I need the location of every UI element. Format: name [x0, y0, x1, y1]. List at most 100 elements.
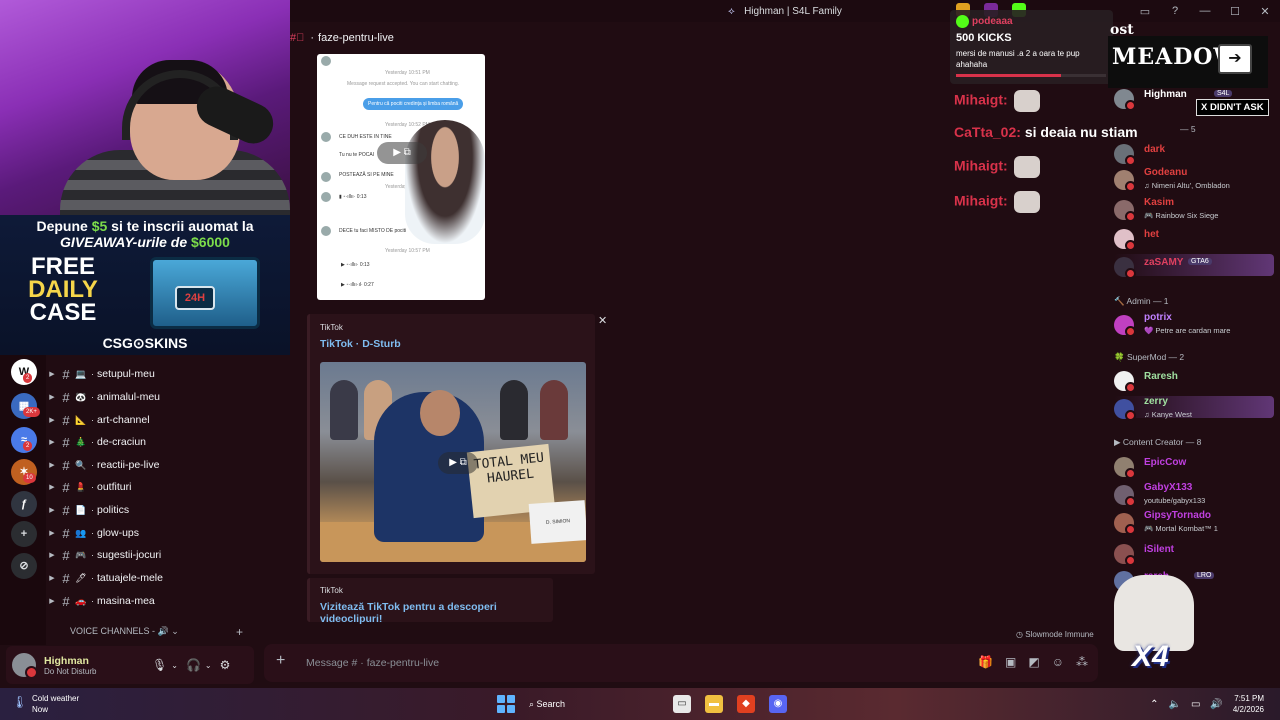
media-play-overlay-icon[interactable]: ▶ ⧉: [377, 142, 427, 164]
volume-icon[interactable]: 🔈: [1169, 699, 1181, 710]
server-rail: W 2 ▦ 2K+ ≈ 2 ✶ 10 ƒ + ⊘: [0, 355, 46, 645]
embed-title-link[interactable]: Vizitează TikTok pentru a descoperi vide…: [320, 601, 553, 625]
promo-line-2: GIVEAWAY-urile de $6000: [60, 234, 230, 250]
voice-message: ▶ ⁃·ıllıı·ıl· 0:27: [341, 282, 374, 288]
member-row[interactable]: Raresh: [1114, 368, 1274, 393]
member-row[interactable]: iSilent: [1114, 541, 1274, 566]
channel-item-art-channel[interactable]: ▶ # 📐 · art-channel: [46, 409, 260, 431]
attach-plus-icon[interactable]: +: [276, 652, 285, 670]
hash-icon: #: [62, 366, 70, 382]
background-person: [540, 380, 568, 440]
taskbar-search[interactable]: ⌕ Search: [529, 694, 659, 714]
tiktok-embed-link: TikTok Vizitează TikTok pentru a descope…: [307, 578, 553, 625]
settings-gear-icon[interactable]: ⚙: [220, 658, 231, 672]
stream-chat-line: Mihaigt:: [954, 156, 1040, 178]
embed-title-link[interactable]: TikTok · D-Sturb: [320, 338, 401, 350]
channel-item-animalul-meu[interactable]: ▶ # 🐼 · animalul-meu: [46, 386, 260, 408]
avatar: [1114, 544, 1136, 566]
chevron-up-icon[interactable]: ⌃: [1150, 699, 1158, 710]
avatar: [1114, 485, 1136, 507]
avatar: [1114, 399, 1136, 421]
help-icon[interactable]: ?: [1160, 5, 1190, 17]
chevron-right-icon: ▶: [49, 417, 55, 424]
channel-item-reactii-pe-live[interactable]: ▶ # 🔍 · reactii-pe-live: [46, 454, 260, 476]
minimize-button[interactable]: —: [1190, 5, 1220, 17]
background-person: [500, 380, 528, 440]
chevron-down-icon[interactable]: ⌄: [171, 661, 178, 670]
embed-close-icon[interactable]: ✕: [598, 314, 607, 327]
add-voice-channel-icon[interactable]: +: [236, 625, 243, 639]
member-row[interactable]: GabyX133 youtube/gabyx133: [1114, 482, 1274, 507]
channel-name: faze-pentru-live: [318, 32, 394, 44]
avatar[interactable]: [12, 653, 38, 679]
discover-icon[interactable]: ⊘: [11, 553, 37, 579]
avatar: [1114, 200, 1136, 222]
file-explorer-icon[interactable]: ▬: [705, 695, 723, 713]
member-row[interactable]: Godeanu ♫ Nimeni Altu', Ombladon: [1114, 167, 1274, 192]
channel-label: masina-mea: [97, 595, 155, 607]
windows-start-icon[interactable]: [497, 695, 515, 713]
channel-label: setupul-meu: [97, 368, 155, 380]
close-button[interactable]: ✕: [1250, 5, 1280, 18]
member-row[interactable]: het: [1114, 226, 1274, 251]
gift-icon[interactable]: 🎁: [978, 655, 993, 669]
member-group-header-admin: 🔨 Admin — 1: [1114, 296, 1169, 306]
channel-item-setupul-meu[interactable]: ▶ # 💻 · setupul-meu: [46, 363, 260, 385]
member-row[interactable]: potrix 💜 Petre are cardan mare: [1114, 312, 1274, 337]
task-view-icon[interactable]: ▭: [673, 695, 691, 713]
media-play-overlay-icon[interactable]: ▶ ⧉: [438, 452, 478, 474]
windows-taskbar: 🌡 Cold weather Now ⌕ Search ▭ ▬ ◆ ◉ ⌃ 🔈 …: [0, 688, 1280, 720]
inbox-icon[interactable]: ▭: [1130, 5, 1160, 18]
channel-item-tatuajele-mele[interactable]: ▶ # 🖊 · tatuajele-mele: [46, 567, 260, 589]
add-server-icon[interactable]: +: [11, 521, 37, 547]
hash-icon: #: [62, 412, 70, 428]
voice-channels-header[interactable]: VOICE CHANNELS - 🔊 ⌄ +: [70, 625, 250, 639]
channel-item-politics[interactable]: ▶ # 📄 · politics: [46, 499, 260, 521]
brave-browser-icon[interactable]: ◆: [737, 695, 755, 713]
clock[interactable]: 7:51 PM 4/2/2026: [1233, 693, 1264, 715]
avatar: [1114, 315, 1136, 337]
member-row[interactable]: EpicCow: [1114, 454, 1274, 479]
channel-item-sugestii-jocuri[interactable]: ▶ # 🎮 · sugestii-jocuri: [46, 544, 260, 566]
channel-item-de-craciun[interactable]: ▶ # 🎄 · de-craciun: [46, 431, 260, 453]
server-icon[interactable]: ƒ: [11, 491, 37, 517]
avatar: [321, 226, 331, 236]
message-input[interactable]: Message # · faze-pentru-live: [306, 657, 439, 669]
member-row[interactable]: zaSAMY GTA6: [1114, 254, 1274, 279]
member-row[interactable]: dark: [1114, 141, 1274, 166]
member-row[interactable]: GipsyTornado 🎮 Mortal Kombat™ 1: [1114, 510, 1274, 535]
chat-screenshot-image[interactable]: Yesterday 10:51 PM Message request accep…: [317, 54, 485, 300]
display-icon[interactable]: ▭: [1191, 699, 1200, 710]
chevron-right-icon: ▶: [49, 439, 55, 446]
headphones-icon[interactable]: 🎧: [186, 658, 201, 672]
embed-provider: TikTok: [320, 323, 343, 332]
discord-taskbar-icon[interactable]: ◉: [769, 695, 787, 713]
embed-video-thumbnail[interactable]: TOTAL MEU HAUREL D. SIMION ▶ ⧉: [320, 362, 586, 562]
arrow-right-icon: ➔: [1218, 44, 1252, 74]
apps-icon[interactable]: ⁂: [1076, 655, 1088, 669]
sticker-icon[interactable]: ◩: [1028, 655, 1039, 669]
chat-line: Yesterday 10:51 PM: [385, 70, 430, 76]
avatar: [1114, 89, 1136, 111]
voice-message: ▮ ⁃·ıllıı· 0:13: [339, 194, 367, 200]
emoji-icon[interactable]: ☺: [1052, 655, 1064, 669]
server-badge: 2K+: [23, 407, 40, 417]
chevron-down-icon[interactable]: ⌄: [205, 661, 212, 670]
window-title: Highman | S4L Family: [744, 5, 842, 17]
speaker-icon[interactable]: 🔊: [1210, 699, 1222, 710]
message-composer[interactable]: + Message # · faze-pentru-live 🎁 ▣ ◩ ☺ ⁂: [264, 644, 1098, 682]
channel-item-glow-ups[interactable]: ▶ # 👥 · glow-ups: [46, 522, 260, 544]
search-icon: ⌕: [529, 698, 537, 709]
hash-icon: #: [62, 389, 70, 405]
member-row[interactable]: zerry ♫ Kanye West: [1114, 396, 1274, 421]
gif-icon[interactable]: ▣: [1005, 655, 1016, 669]
promo-line-1: Depune $5 si te inscrii auomat la: [36, 218, 254, 234]
channel-item-outfituri[interactable]: ▶ # 💄 · outfituri: [46, 476, 260, 498]
channel-item-masina-mea[interactable]: ▶ # 🚗 · masina-mea: [46, 590, 260, 612]
member-row[interactable]: Kasim 🎮 Rainbow Six Siege: [1114, 197, 1274, 222]
user-names[interactable]: Highman Do Not Disturb: [44, 655, 144, 676]
maximize-button[interactable]: ☐: [1220, 5, 1250, 18]
microphone-icon[interactable]: 🎙: [152, 658, 167, 672]
hash-icon: #: [62, 502, 70, 518]
weather-widget[interactable]: 🌡 Cold weather Now: [12, 693, 79, 715]
